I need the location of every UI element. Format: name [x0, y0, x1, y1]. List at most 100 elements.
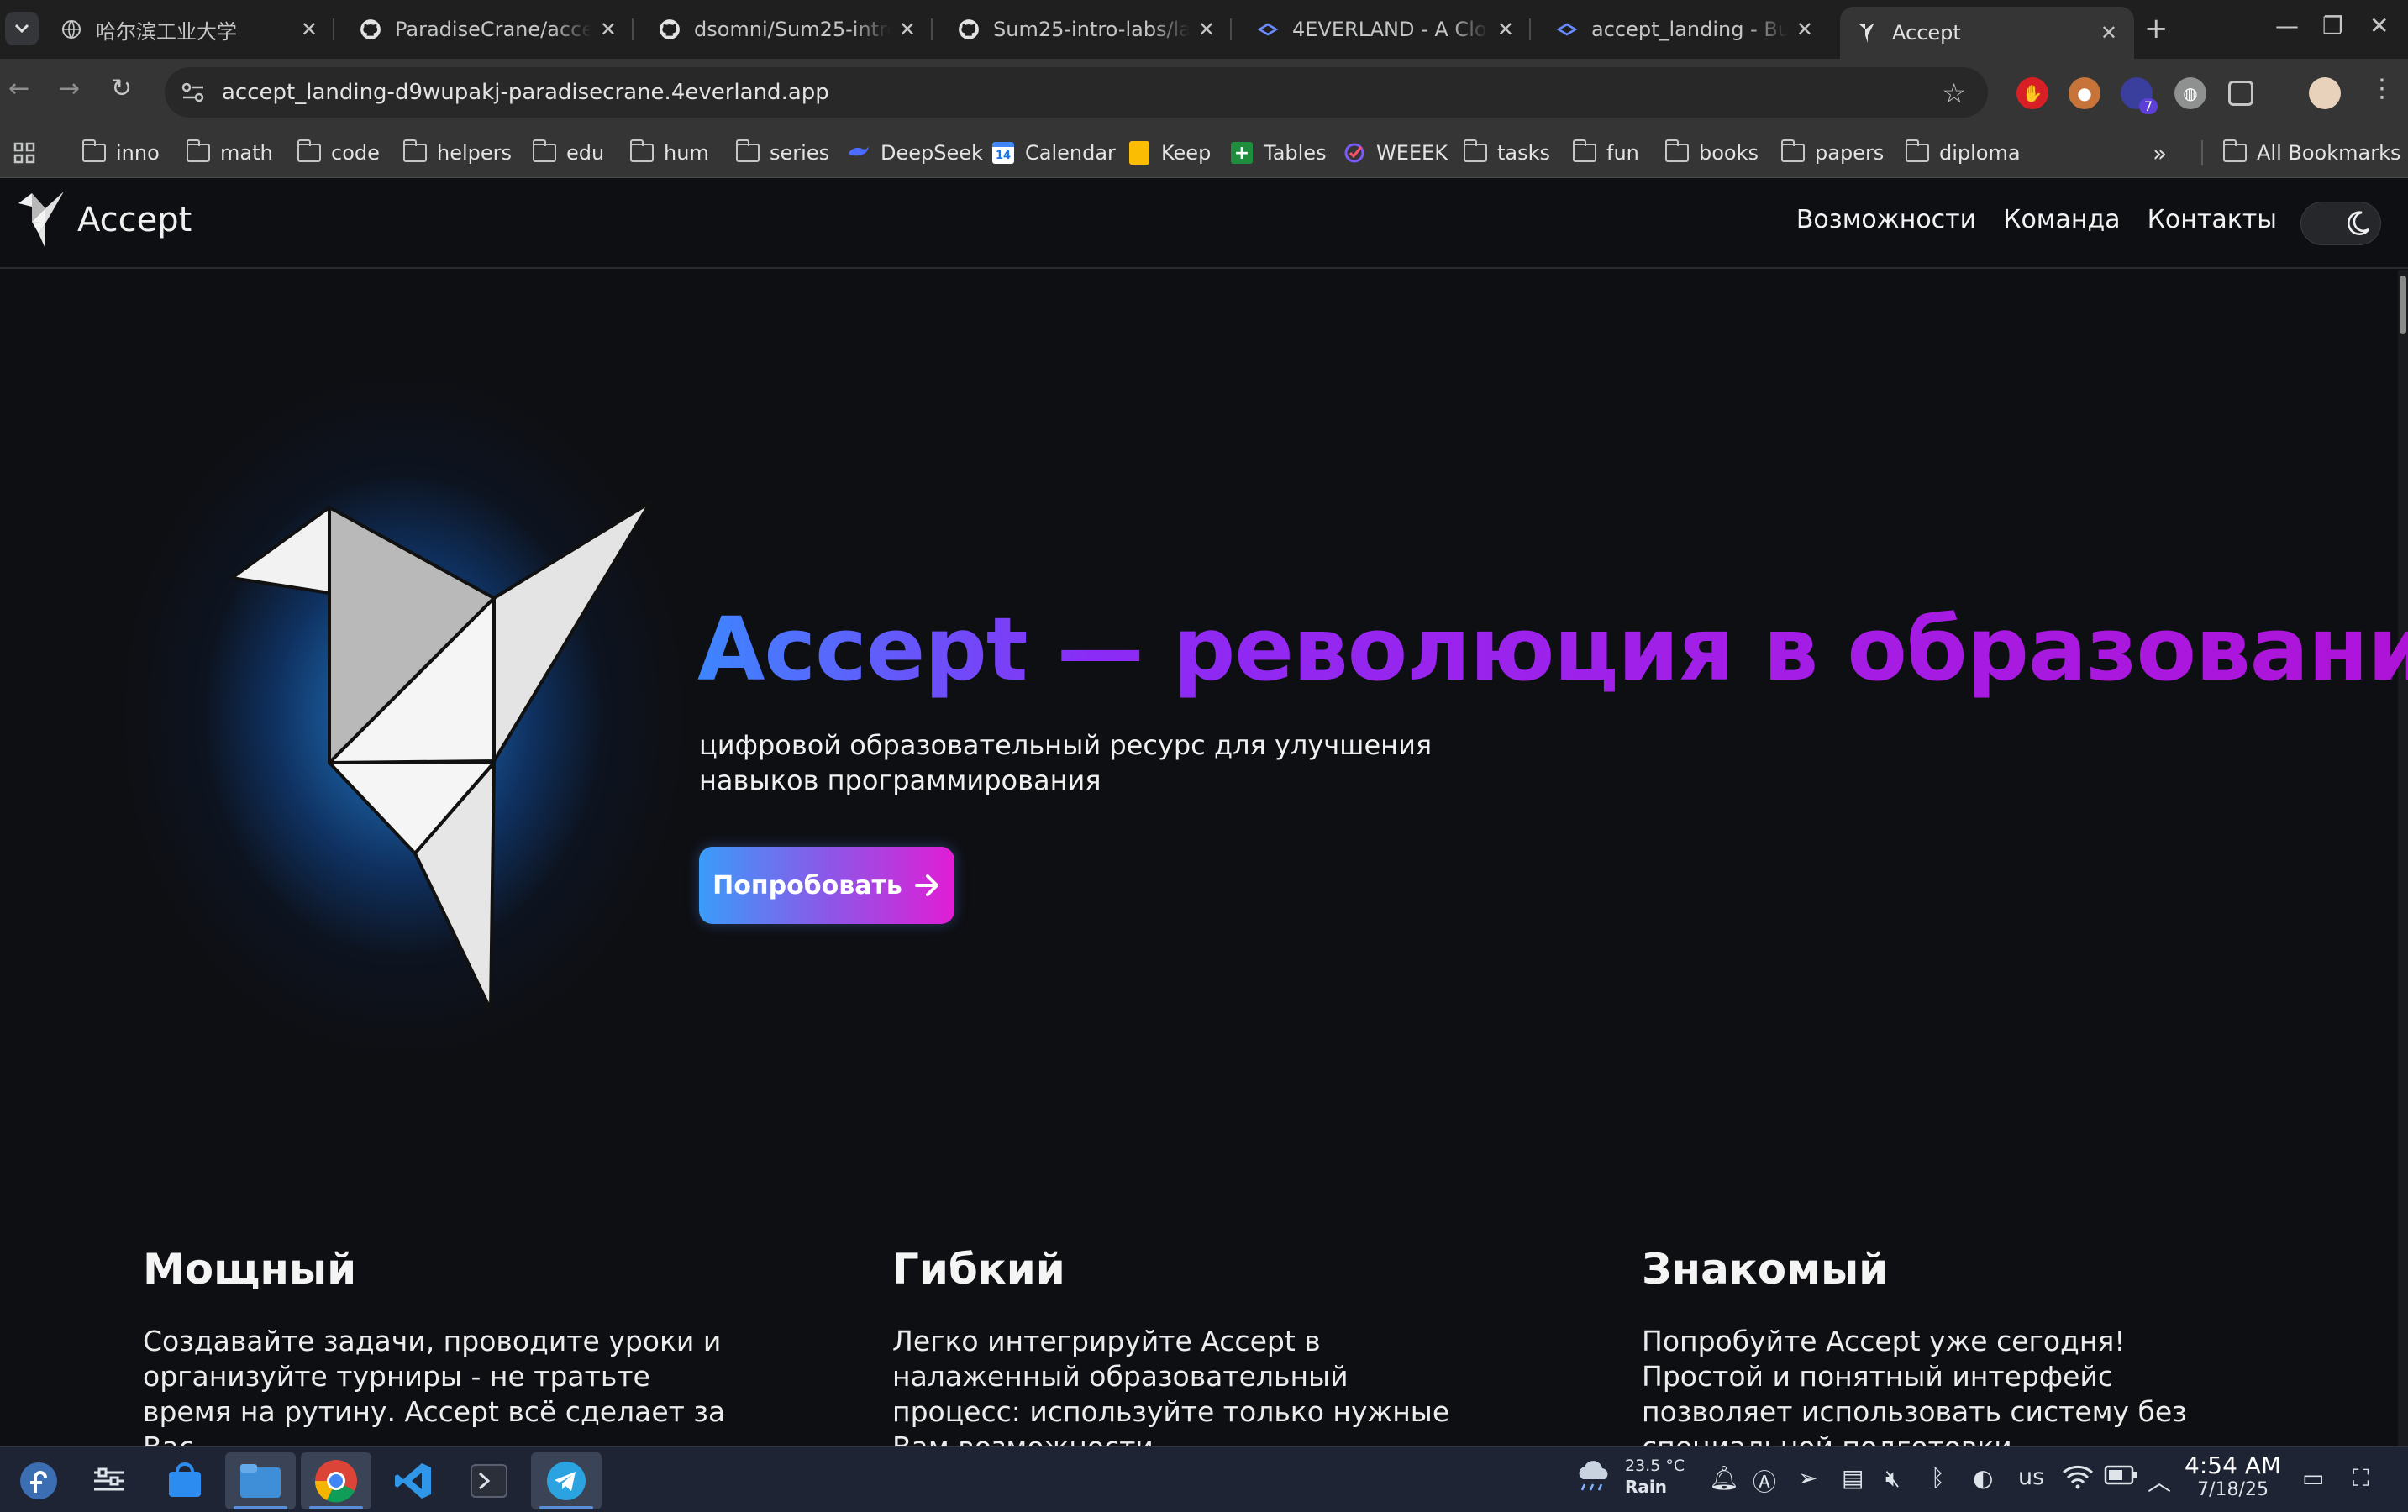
close-icon[interactable]: ✕ [2100, 21, 2117, 45]
bookmark-label: DeepSeek [881, 141, 983, 165]
tab-4everland[interactable]: 4EVERLAND - A Cloud ✕ [1240, 10, 1531, 49]
site-header: Accept Возможности Команда Контакты [0, 178, 2408, 269]
bookmark-deepseek[interactable]: DeepSeek [847, 134, 983, 171]
nav-link-team[interactable]: Команда [2003, 205, 2120, 234]
weather-temp: 23.5 °C [1625, 1457, 1685, 1475]
bookmark-folder-series[interactable]: series [735, 134, 829, 171]
chrome-icon[interactable] [301, 1452, 371, 1509]
anarchy-a-icon[interactable]: Ⓐ [1753, 1464, 1776, 1498]
site-settings-icon[interactable] [176, 76, 210, 109]
weather-widget[interactable]: 23.5 °C Rain [1575, 1456, 1685, 1498]
new-tab-button[interactable]: + [2144, 12, 2169, 45]
tab-search-button[interactable] [5, 12, 39, 45]
bookmark-folder-inno[interactable]: inno [81, 134, 160, 171]
feature-powerful: Мощный Создавайте задачи, проводите урок… [143, 1245, 731, 1446]
close-icon[interactable]: ✕ [1198, 18, 1215, 41]
close-icon[interactable]: ✕ [600, 18, 617, 41]
bookmark-label: WEEEK [1376, 141, 1448, 165]
tab-title: Sum25-intro-labs/lab1 [993, 18, 1190, 41]
theme-toggle[interactable] [2300, 202, 2381, 245]
bookmark-folder-diploma[interactable]: diploma [1905, 134, 2021, 171]
clock[interactable]: 4:54 AM 7/18/25 [2185, 1452, 2281, 1501]
scrollbar-thumb[interactable] [2400, 276, 2406, 334]
address-bar[interactable]: accept_landing-d9wupakj-paradisecrane.4e… [165, 67, 1988, 118]
restore-button[interactable]: ❐ [2322, 12, 2343, 39]
tab-title: Accept [1892, 21, 1961, 45]
bookmark-folder-code[interactable]: code [297, 134, 380, 171]
clipboard-icon[interactable]: ▤ [1842, 1464, 1864, 1492]
page-scrollbar[interactable] [2398, 270, 2408, 1446]
telegram-tray-icon[interactable]: ➢ [1798, 1464, 1817, 1492]
extension-with-badge-icon[interactable]: 7 [2121, 77, 2158, 114]
show-desktop-icon[interactable]: ▭ [2302, 1464, 2324, 1492]
bookmark-folder-fun[interactable]: fun [1572, 134, 1639, 171]
notification-bell-icon[interactable]: 🔔︎ [1709, 1464, 1739, 1492]
bookmark-folder-math[interactable]: math [186, 134, 273, 171]
apps-grid-icon[interactable] [13, 134, 35, 171]
close-icon[interactable]: ✕ [1796, 18, 1813, 41]
files-icon[interactable] [225, 1452, 296, 1509]
tab-github-dsomni[interactable]: dsomni/Sum25-intro-labs ✕ [642, 10, 933, 49]
close-icon[interactable]: ✕ [1497, 18, 1514, 41]
bookmark-folder-books[interactable]: books [1664, 134, 1759, 171]
folder-icon [81, 139, 106, 162]
bookmark-weeek[interactable]: WEEEK [1343, 134, 1448, 171]
tab-hit[interactable]: 哈尔滨工业大学 ✕ [44, 10, 334, 49]
volume-muted-icon[interactable]: 🔇︎ [1885, 1464, 1901, 1493]
close-icon[interactable]: ✕ [899, 18, 916, 41]
night-light-icon[interactable]: ◐ [1973, 1464, 1993, 1492]
bookmark-calendar[interactable]: 14 Calendar [991, 134, 1116, 171]
folder-icon [1905, 139, 1929, 162]
bookmark-folder-hum[interactable]: hum [629, 134, 709, 171]
keyboard-layout[interactable]: us [2018, 1464, 2044, 1490]
settings-icon[interactable] [74, 1452, 145, 1509]
bookmarks-divider [2201, 140, 2203, 165]
bookmark-folder-papers[interactable]: papers [1780, 134, 1884, 171]
bookmark-folder-edu[interactable]: edu [532, 134, 604, 171]
bookmark-tables[interactable]: + Tables [1230, 134, 1327, 171]
feature-title: Гибкий [892, 1245, 1065, 1294]
battery-icon[interactable] [2104, 1464, 2137, 1492]
tray-expand-chevron-icon[interactable]: ︿ [2148, 1464, 2171, 1498]
globe-extension-icon[interactable]: ◍ [2174, 77, 2206, 109]
bookmark-folder-tasks[interactable]: tasks [1463, 134, 1550, 171]
deepseek-whale-icon [847, 143, 870, 163]
terminal-icon[interactable] [454, 1452, 524, 1509]
wifi-icon[interactable] [2062, 1464, 2094, 1495]
tab-github-lab1[interactable]: Sum25-intro-labs/lab1 ✕ [941, 10, 1232, 49]
fedora-icon[interactable] [3, 1452, 74, 1509]
os-taskbar: 23.5 °C Rain 🔔︎ Ⓐ ➢ ▤ 🔇︎ ᛒ ◐ us ︿ 4:54 A… [0, 1446, 2408, 1512]
forward-button[interactable]: → [59, 74, 80, 103]
bookmark-star-icon[interactable]: ☆ [1942, 77, 1966, 109]
all-bookmarks[interactable]: All Bookmarks [2222, 134, 2400, 171]
more-bookmarks-chevron-icon[interactable]: » [2153, 134, 2167, 171]
nav-link-features[interactable]: Возможности [1796, 205, 1976, 234]
telegram-icon[interactable] [531, 1452, 602, 1509]
overview-icon[interactable]: ⛶ [2353, 1464, 2369, 1493]
vscode-icon[interactable] [378, 1452, 449, 1509]
site-logo[interactable]: Accept [15, 190, 192, 250]
try-button[interactable]: Попробовать [699, 847, 954, 924]
browser-toolbar: ← → ↻ accept_landing-d9wupakj-paradisecr… [0, 59, 2408, 128]
bookmark-label: math [220, 141, 273, 165]
minimize-button[interactable]: — [2275, 12, 2299, 39]
bookmark-keep[interactable]: Keep [1128, 134, 1211, 171]
back-button[interactable]: ← [8, 74, 29, 103]
adblock-extension-icon[interactable]: ✋ [2016, 77, 2048, 109]
profile-avatar[interactable] [2309, 77, 2341, 109]
tab-github-accept[interactable]: ParadiseCrane/accept_landing ✕ [343, 10, 634, 49]
nav-link-contacts[interactable]: Контакты [2148, 205, 2277, 234]
store-icon[interactable] [150, 1452, 220, 1509]
tab-title: dsomni/Sum25-intro-labs [694, 18, 891, 41]
puzzle-extensions-icon[interactable] [2228, 81, 2253, 106]
cookie-extension-icon[interactable]: ● [2069, 77, 2100, 109]
folder-icon [1664, 139, 1689, 162]
bookmark-folder-helpers[interactable]: helpers [402, 134, 512, 171]
close-icon[interactable]: ✕ [301, 18, 318, 41]
tab-4everland-build[interactable]: accept_landing - Build ✕ [1539, 10, 1830, 49]
close-window-button[interactable]: ✕ [2369, 12, 2389, 39]
bluetooth-icon[interactable]: ᛒ [1931, 1464, 1945, 1492]
reload-button[interactable]: ↻ [111, 74, 132, 103]
tab-accept-active[interactable]: Accept ✕ [1840, 7, 2134, 59]
menu-kebab-icon[interactable]: ⋮ [2369, 74, 2395, 103]
